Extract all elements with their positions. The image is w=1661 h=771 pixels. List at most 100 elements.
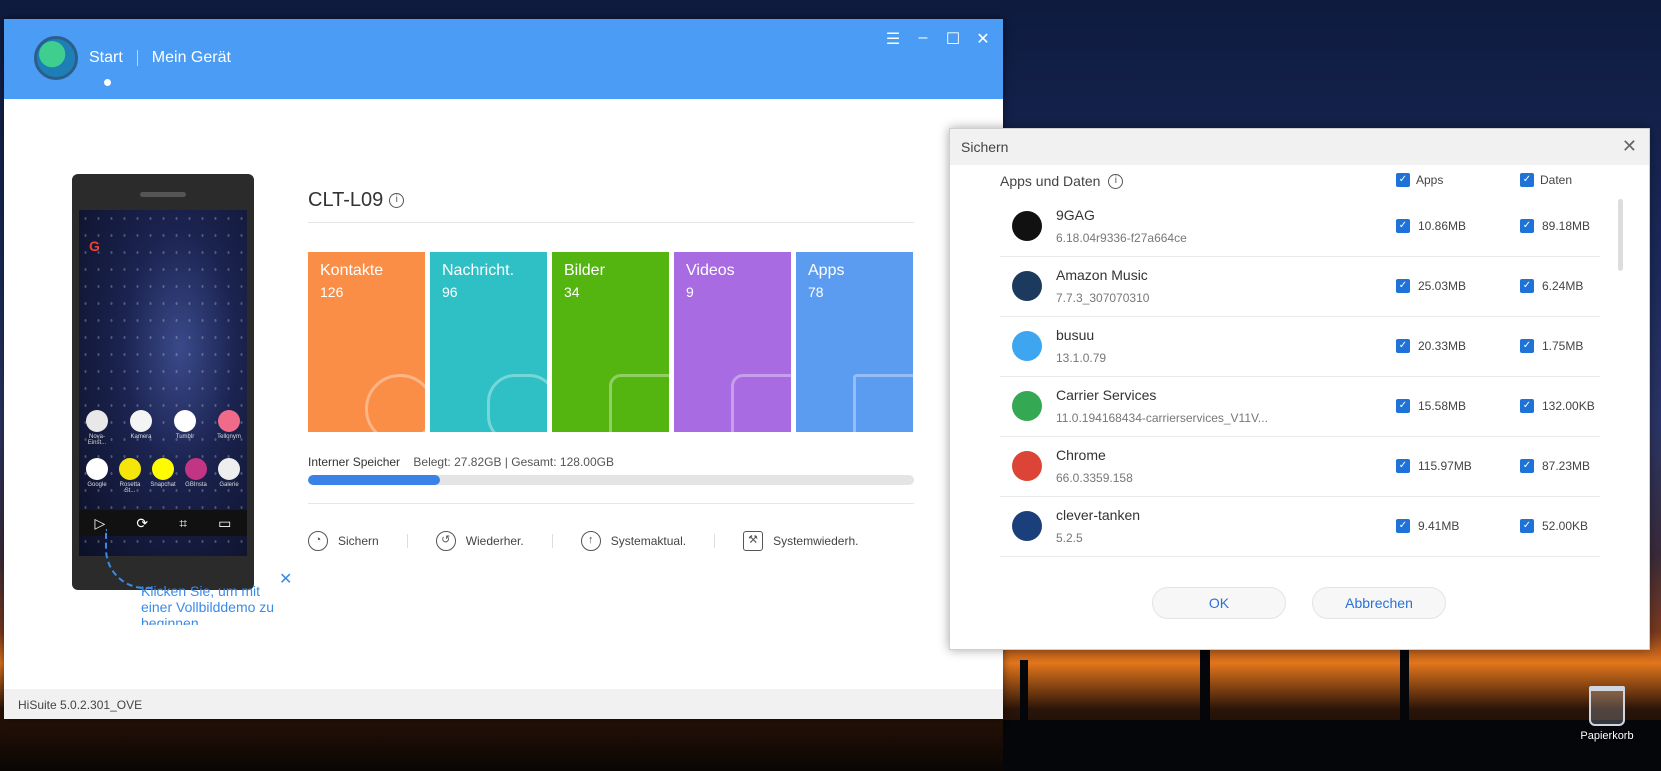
section-label: Apps und Daten i	[1000, 173, 1124, 189]
phone-app: Snapchat	[149, 458, 177, 494]
data-size: 132.00KB	[1542, 399, 1595, 413]
select-all-apps-checkbox[interactable]: ✓	[1396, 173, 1410, 187]
backup-button[interactable]: ◔ Sichern	[308, 531, 379, 551]
app-checkbox[interactable]: ✓	[1396, 219, 1410, 233]
category-tiles: Kontakte 126 Nachricht. 96 Bilder 34 Vid…	[308, 252, 913, 432]
tile-pictures[interactable]: Bilder 34	[552, 252, 669, 432]
data-checkbox[interactable]: ✓	[1520, 279, 1534, 293]
app-checkbox[interactable]: ✓	[1396, 399, 1410, 413]
data-checkbox[interactable]: ✓	[1520, 459, 1534, 473]
system-update-button[interactable]: ↑ Systemaktual.	[580, 531, 686, 551]
backup-icon: ◔	[308, 531, 328, 551]
app-size: 15.58MB	[1418, 399, 1467, 413]
app-size: 10.86MB	[1418, 219, 1467, 233]
app-checkbox[interactable]: ✓	[1396, 519, 1410, 533]
app-row[interactable]: Chrome 66.0.3359.158 ✓ 115.97MB ✓ 87.23MB	[1000, 437, 1600, 497]
picture-icon	[609, 374, 669, 432]
title-bar: Start Mein Gerät ☰ – ☐ ✕	[4, 19, 1003, 99]
app-row[interactable]: Amazon Music 7.7.3_307070310 ✓ 25.03MB ✓ 6.24…	[1000, 257, 1600, 317]
folder-icon[interactable]: ▭	[218, 515, 231, 532]
google-search-icon: G	[89, 238, 100, 254]
system-recovery-button[interactable]: ⚒ Systemwiederh.	[743, 531, 858, 551]
apps-grid-icon	[853, 374, 913, 432]
demo-hint[interactable]: Klicken Sie, um mit einer Vollbilddemo z…	[141, 583, 281, 625]
app-row[interactable]: 9GAG 6.18.04r9336-f27a664ce ✓ 10.86MB ✓ 89.18…	[1000, 197, 1600, 257]
nav-active-indicator	[104, 79, 111, 86]
app-icon	[1012, 511, 1042, 541]
data-checkbox[interactable]: ✓	[1520, 399, 1534, 413]
menu-icon[interactable]: ☰	[883, 29, 903, 49]
data-size-cell: ✓ 132.00KB	[1520, 399, 1595, 413]
cancel-button[interactable]: Abbrechen	[1312, 587, 1446, 619]
minimize-icon[interactable]: –	[913, 29, 933, 49]
ok-button[interactable]: OK	[1152, 587, 1286, 619]
phone-app: Tumblr	[171, 410, 199, 446]
select-all-data-checkbox[interactable]: ✓	[1520, 173, 1534, 187]
app-checkbox[interactable]: ✓	[1396, 339, 1410, 353]
tile-contacts[interactable]: Kontakte 126	[308, 252, 425, 432]
storage-detail: Belegt: 27.82GB | Gesamt: 128.00GB	[413, 455, 614, 469]
tile-count: 126	[320, 284, 344, 300]
app-size: 115.97MB	[1418, 459, 1472, 473]
app-size-cell: ✓ 10.86MB	[1396, 219, 1466, 233]
app-row[interactable]: busuu 13.1.0.79 ✓ 20.33MB ✓ 1.75MB	[1000, 317, 1600, 377]
data-checkbox[interactable]: ✓	[1520, 339, 1534, 353]
app-checkbox[interactable]: ✓	[1396, 279, 1410, 293]
app-size: 25.03MB	[1418, 279, 1467, 293]
app-size-cell: ✓ 20.33MB	[1396, 339, 1466, 353]
demo-hint-close-icon[interactable]: ✕	[279, 569, 292, 589]
app-name: Amazon Music	[1056, 267, 1148, 283]
update-icon: ↑	[580, 531, 601, 551]
column-data[interactable]: ✓ Daten	[1520, 173, 1572, 187]
nav-start[interactable]: Start	[89, 49, 123, 67]
dialog-header: Apps und Daten i ✓ Apps ✓ Daten	[950, 165, 1649, 197]
dialog-close-icon[interactable]: ✕	[1622, 136, 1637, 157]
phone-app: Nova-Einst...	[83, 410, 111, 446]
device-name: CLT-L09 i	[308, 189, 405, 212]
phone-app: Galerie	[215, 458, 243, 494]
data-size: 52.00KB	[1542, 519, 1589, 533]
maximize-icon[interactable]: ☐	[943, 29, 963, 49]
action-bar: ◔ Sichern ↺ Wiederher. ↑ Systemaktual. ⚒…	[308, 531, 914, 551]
recycle-bin[interactable]: Papierkorb	[1572, 686, 1642, 742]
restore-icon: ↺	[435, 531, 456, 551]
data-checkbox[interactable]: ✓	[1520, 219, 1534, 233]
action-separator	[406, 534, 408, 548]
crop-icon[interactable]: ⌗	[179, 515, 187, 532]
section-title: Apps und Daten	[1000, 173, 1101, 189]
app-icon	[1012, 271, 1042, 301]
window-controls: ☰ – ☐ ✕	[883, 29, 993, 49]
close-icon[interactable]: ✕	[973, 29, 993, 49]
restore-button[interactable]: ↺ Wiederher.	[435, 531, 524, 551]
scrollbar[interactable]	[1618, 199, 1623, 271]
column-apps[interactable]: ✓ Apps	[1396, 173, 1443, 187]
tile-videos[interactable]: Videos 9	[674, 252, 791, 432]
data-size-cell: ✓ 1.75MB	[1520, 339, 1583, 353]
info-icon[interactable]: i	[1108, 173, 1124, 189]
app-version: 5.2.5	[1056, 531, 1083, 545]
status-bar: HiSuite 5.0.2.301_OVE	[4, 689, 1003, 719]
app-name: 9GAG	[1056, 207, 1095, 223]
play-demo-icon[interactable]: ▷	[95, 515, 106, 532]
app-size: 20.33MB	[1418, 339, 1467, 353]
app-size-cell: ✓ 25.03MB	[1396, 279, 1466, 293]
tile-label: Bilder	[564, 262, 605, 279]
app-version: 7.7.3_307070310	[1056, 291, 1150, 305]
dialog-title: Sichern	[961, 139, 1009, 155]
tile-messages[interactable]: Nachricht. 96	[430, 252, 547, 432]
nav-my-device[interactable]: Mein Gerät	[152, 49, 231, 67]
data-size-cell: ✓ 6.24MB	[1520, 279, 1583, 293]
app-size-cell: ✓ 9.41MB	[1396, 519, 1459, 533]
dialog-title-bar: Sichern ✕	[950, 129, 1649, 165]
tile-apps[interactable]: Apps 78	[796, 252, 913, 432]
tile-count: 34	[564, 284, 580, 300]
app-row[interactable]: Carrier Services 11.0.194168434-carrierse…	[1000, 377, 1600, 437]
data-checkbox[interactable]: ✓	[1520, 519, 1534, 533]
recycle-bin-label: Papierkorb	[1580, 730, 1634, 742]
app-row[interactable]: clever-tanken 5.2.5 ✓ 9.41MB ✓ 52.00KB	[1000, 497, 1600, 557]
app-checkbox[interactable]: ✓	[1396, 459, 1410, 473]
tile-label: Nachricht.	[442, 262, 515, 279]
app-icon	[1012, 451, 1042, 481]
info-icon[interactable]: i	[389, 193, 405, 208]
tile-count: 78	[808, 284, 824, 300]
